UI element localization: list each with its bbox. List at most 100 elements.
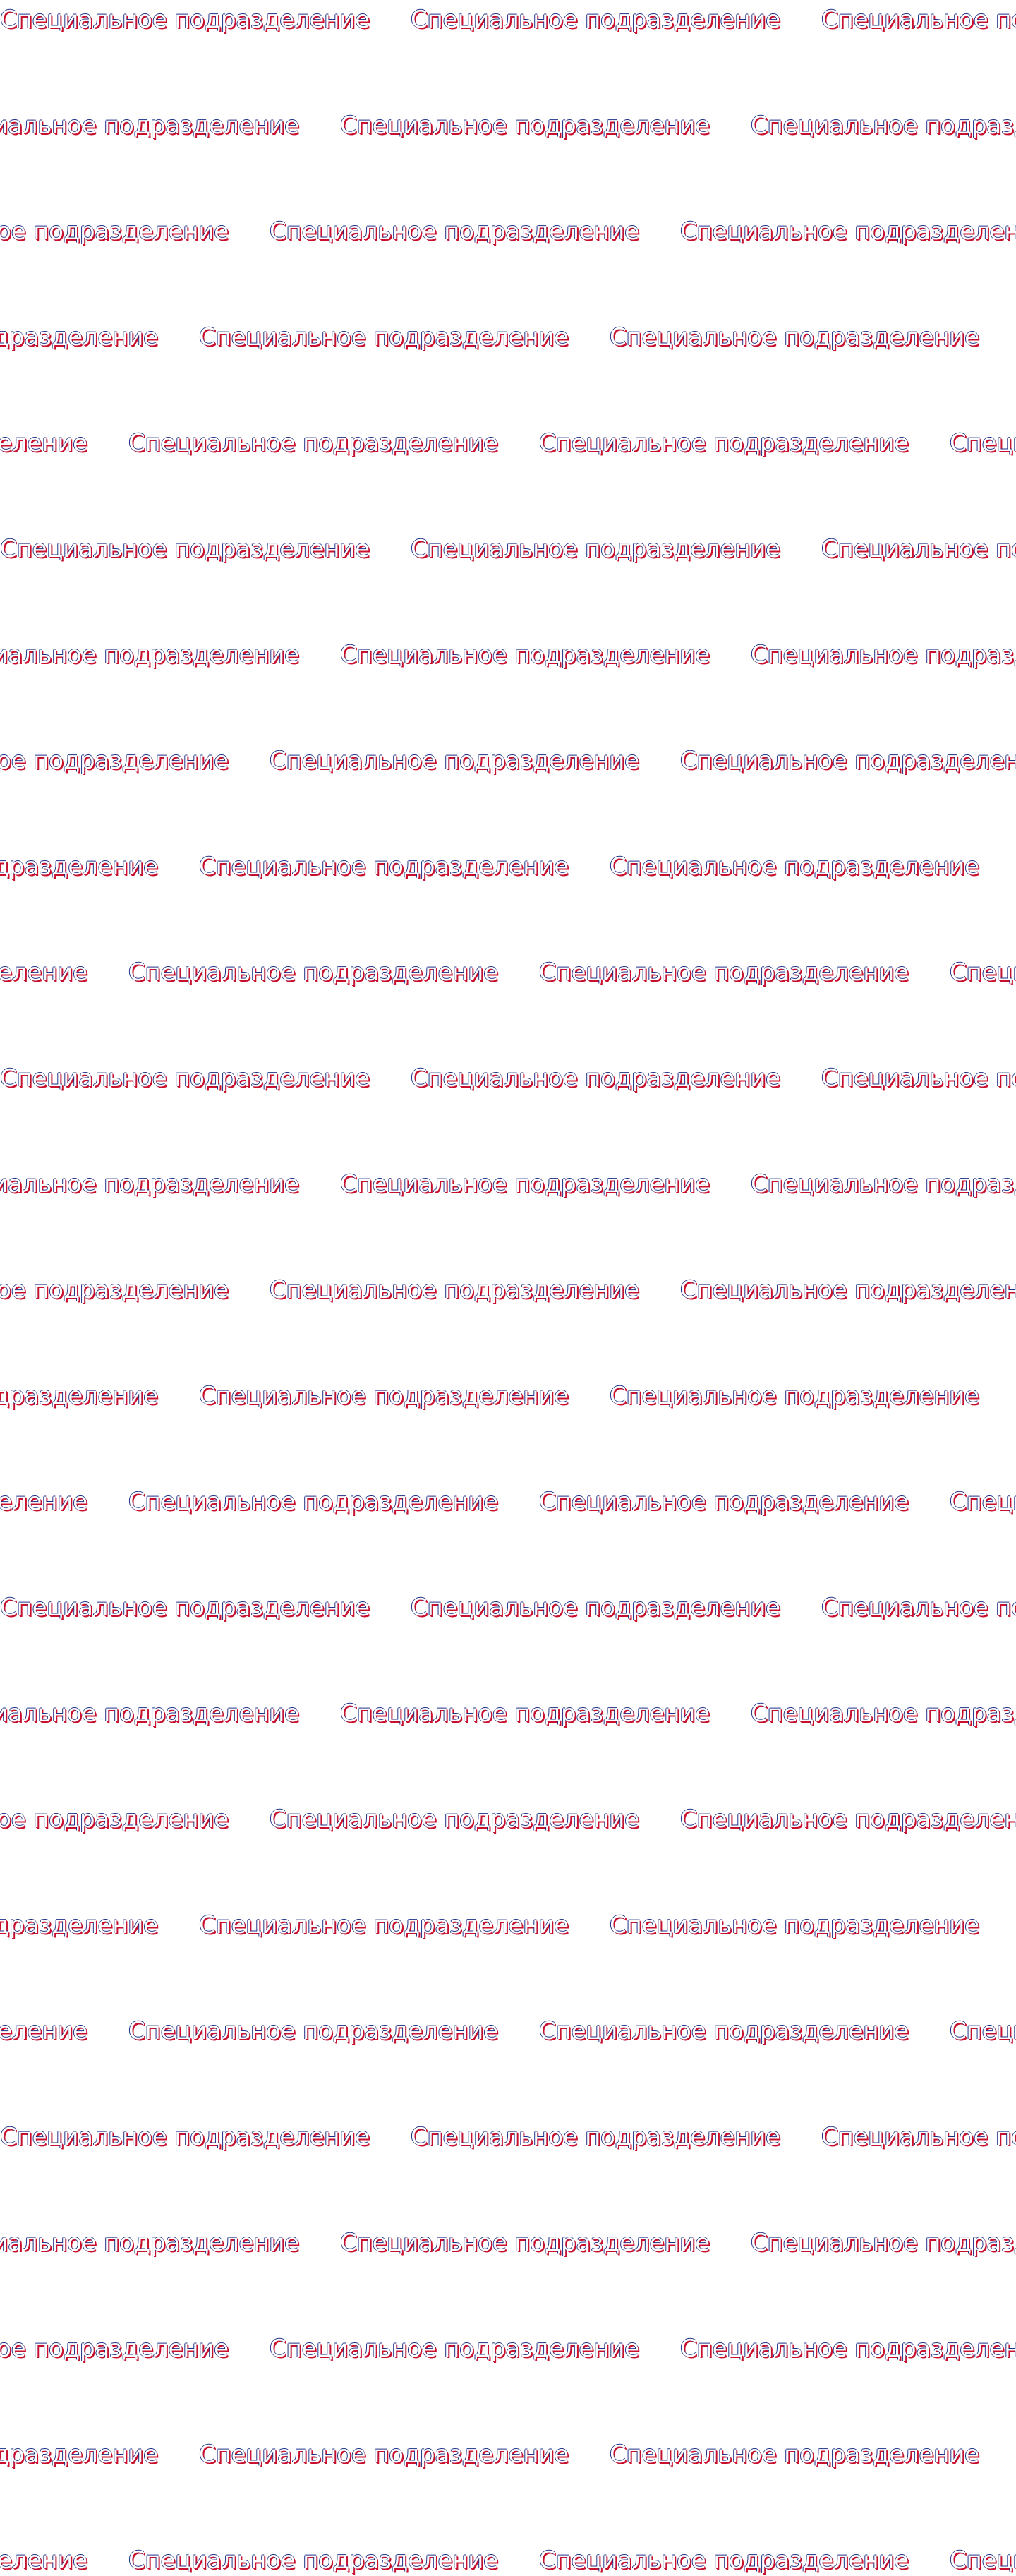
tiled-text-pattern: Специальное подразделение Специальное под…: [0, 0, 1016, 2576]
pattern-word: Специальное подразделение: [0, 2123, 370, 2151]
pattern-word: Специальное подразделение: [0, 1170, 299, 1198]
pattern-row: Специальное подразделение Специальное под…: [0, 1911, 1016, 1954]
pattern-word: Специальное подразделение: [950, 429, 1016, 457]
pattern-row: Специальное подразделение Специальное под…: [0, 112, 1016, 154]
pattern-word: Специальное подразделение: [821, 6, 1016, 34]
pattern-word: Специальное подразделение: [0, 958, 87, 987]
pattern-row: Специальное подразделение Специальное под…: [0, 2123, 1016, 2165]
pattern-word: Специальное подразделение: [0, 2017, 87, 2045]
pattern-word: Специальное подразделение: [270, 747, 639, 775]
pattern-word: Специальное подразделение: [751, 641, 1016, 669]
pattern-row: Специальное подразделение Специальное под…: [0, 2440, 1016, 2483]
pattern-word: Специальное подразделение: [270, 1805, 639, 1834]
pattern-word: Специальное подразделение: [0, 217, 229, 246]
pattern-word: Специальное подразделение: [0, 1276, 229, 1304]
pattern-word: Специальное подразделение: [270, 2335, 639, 2363]
pattern-word: Специальное подразделение: [610, 1911, 979, 1939]
pattern-word: Специальное подразделение: [0, 1064, 370, 1093]
pattern-word: Специальное подразделение: [0, 112, 299, 140]
pattern-row: Специальное подразделение Специальное под…: [0, 1276, 1016, 1318]
pattern-word: Специальное подразделение: [199, 1911, 569, 1939]
pattern-row: Специальное подразделение Специальное под…: [0, 217, 1016, 260]
pattern-word: Специальное подразделение: [821, 1594, 1016, 1622]
pattern-row: Специальное подразделение Специальное под…: [0, 6, 1016, 48]
pattern-word: Специальное подразделение: [128, 1488, 498, 1516]
pattern-word: Специальное подразделение: [0, 853, 158, 881]
pattern-word: Специальное подразделение: [751, 2229, 1016, 2257]
pattern-word: Специальное подразделение: [0, 1911, 158, 1939]
pattern-row: Специальное подразделение Специальное под…: [0, 429, 1016, 471]
pattern-word: Специальное подразделение: [610, 1382, 979, 1410]
pattern-word: Специальное подразделение: [270, 217, 639, 246]
pattern-word: Специальное подразделение: [610, 323, 979, 351]
pattern-row: Специальное подразделение Специальное под…: [0, 1170, 1016, 1212]
pattern-word: Специальное подразделение: [411, 535, 780, 563]
pattern-row: Специальное подразделение Специальное под…: [0, 323, 1016, 366]
pattern-row: Специальное подразделение Специальное под…: [0, 1382, 1016, 1424]
pattern-row: Специальное подразделение Специальное под…: [0, 535, 1016, 577]
pattern-word: Специальное подразделение: [680, 747, 1016, 775]
pattern-word: Специальное подразделение: [610, 2440, 979, 2469]
pattern-word: Специальное подразделение: [411, 2123, 780, 2151]
pattern-row: Специальное подразделение Специальное под…: [0, 2546, 1016, 2576]
pattern-row: Специальное подразделение Специальное под…: [0, 2335, 1016, 2377]
pattern-row: Специальное подразделение Специальное под…: [0, 2229, 1016, 2271]
pattern-word: Специальное подразделение: [270, 1276, 639, 1304]
pattern-word: Специальное подразделение: [199, 853, 569, 881]
pattern-word: Специальное подразделение: [751, 1699, 1016, 1728]
pattern-word: Специальное подразделение: [0, 429, 87, 457]
pattern-word: Специальное подразделение: [128, 2546, 498, 2575]
pattern-word: Специальное подразделение: [821, 2123, 1016, 2151]
pattern-row: Специальное подразделение Специальное под…: [0, 1488, 1016, 1530]
pattern-word: Специальное подразделение: [411, 6, 780, 34]
pattern-row: Специальное подразделение Специальное под…: [0, 2017, 1016, 2059]
pattern-word: Специальное подразделение: [539, 429, 909, 457]
pattern-word: Специальное подразделение: [0, 6, 370, 34]
pattern-row: Специальное подразделение Специальное под…: [0, 853, 1016, 895]
pattern-row: Специальное подразделение Специальное под…: [0, 1064, 1016, 1107]
pattern-word: Специальное подразделение: [950, 2546, 1016, 2575]
pattern-word: Специальное подразделение: [610, 853, 979, 881]
pattern-word: Специальное подразделение: [340, 1170, 710, 1198]
pattern-word: Специальное подразделение: [680, 2335, 1016, 2363]
pattern-word: Специальное подразделение: [539, 2546, 909, 2575]
pattern-row: Специальное подразделение Специальное под…: [0, 1699, 1016, 1742]
pattern-word: Специальное подразделение: [0, 2335, 229, 2363]
pattern-word: Специальное подразделение: [680, 1805, 1016, 1834]
pattern-word: Специальное подразделение: [340, 2229, 710, 2257]
pattern-word: Специальное подразделение: [821, 535, 1016, 563]
pattern-word: Специальное подразделение: [950, 1488, 1016, 1516]
pattern-word: Специальное подразделение: [950, 958, 1016, 987]
pattern-word: Специальное подразделение: [539, 2017, 909, 2045]
pattern-word: Специальное подразделение: [0, 1805, 229, 1834]
pattern-word: Специальное подразделение: [751, 1170, 1016, 1198]
pattern-word: Специальное подразделение: [128, 2017, 498, 2045]
pattern-word: Специальное подразделение: [0, 2229, 299, 2257]
pattern-word: Специальное подразделение: [199, 1382, 569, 1410]
pattern-word: Специальное подразделение: [0, 535, 370, 563]
pattern-word: Специальное подразделение: [0, 2546, 87, 2575]
pattern-word: Специальное подразделение: [340, 641, 710, 669]
pattern-word: Специальное подразделение: [0, 1594, 370, 1622]
pattern-word: Специальное подразделение: [680, 217, 1016, 246]
pattern-word: Специальное подразделение: [950, 2017, 1016, 2045]
pattern-word: Специальное подразделение: [539, 958, 909, 987]
pattern-word: Специальное подразделение: [411, 1064, 780, 1093]
pattern-row: Специальное подразделение Специальное под…: [0, 1594, 1016, 1636]
pattern-word: Специальное подразделение: [340, 112, 710, 140]
pattern-word: Специальное подразделение: [821, 1064, 1016, 1093]
pattern-word: Специальное подразделение: [199, 323, 569, 351]
pattern-word: Специальное подразделение: [199, 2440, 569, 2469]
pattern-row: Специальное подразделение Специальное под…: [0, 641, 1016, 683]
pattern-word: Специальное подразделение: [0, 1382, 158, 1410]
pattern-word: Специальное подразделение: [0, 323, 158, 351]
pattern-word: Специальное подразделение: [128, 958, 498, 987]
pattern-row: Специальное подразделение Специальное под…: [0, 1805, 1016, 1848]
pattern-word: Специальное подразделение: [0, 2440, 158, 2469]
pattern-row: Специальное подразделение Специальное под…: [0, 958, 1016, 1001]
pattern-word: Специальное подразделение: [0, 1488, 87, 1516]
pattern-word: Специальное подразделение: [539, 1488, 909, 1516]
pattern-word: Специальное подразделение: [0, 641, 299, 669]
pattern-word: Специальное подразделение: [751, 112, 1016, 140]
pattern-word: Специальное подразделение: [0, 1699, 299, 1728]
